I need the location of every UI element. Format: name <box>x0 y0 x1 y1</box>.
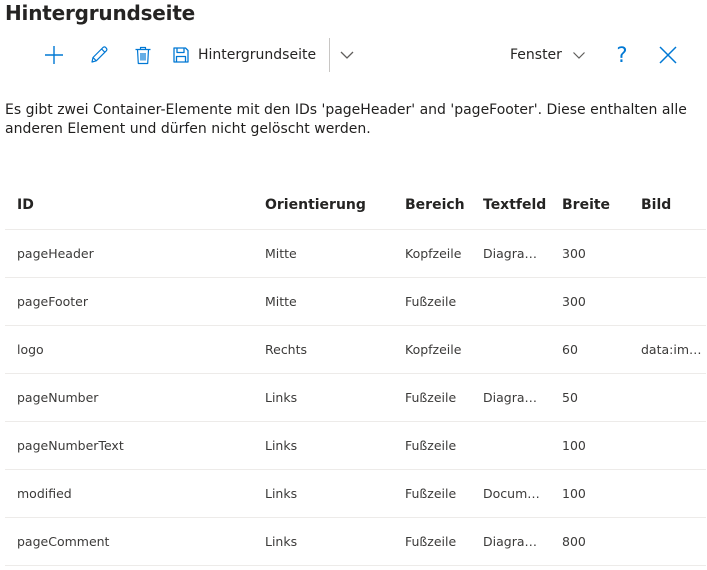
delete-button[interactable] <box>131 36 155 74</box>
cell-id: modified <box>5 469 253 518</box>
cell-area: Fußzeile <box>393 469 471 518</box>
column-header-width[interactable]: Breite <box>550 180 629 230</box>
cell-image <box>629 373 706 422</box>
edit-button[interactable] <box>86 36 112 74</box>
table-row[interactable]: pageNumberText Links Fußzeile 100 <box>5 421 706 470</box>
page-title: Hintergrundseite <box>5 1 196 25</box>
cell-width: 300 <box>550 277 629 326</box>
column-header-image[interactable]: Bild <box>629 180 706 230</box>
cell-orientation: Rechts <box>253 325 393 374</box>
plus-icon <box>45 46 63 64</box>
window-menu-button[interactable]: Fenster <box>510 36 596 74</box>
cell-width: 50 <box>550 373 629 422</box>
column-header-area[interactable]: Bereich <box>393 180 471 230</box>
table-row[interactable]: logo Rechts Kopfzeile 60 data:im… <box>5 325 706 374</box>
cell-textfield: Diagra… <box>471 373 550 422</box>
pencil-icon <box>91 46 108 63</box>
trash-icon <box>135 46 151 65</box>
cell-textfield <box>471 421 550 470</box>
cell-textfield: Diagra… <box>471 517 550 566</box>
close-button[interactable] <box>654 36 682 74</box>
close-icon <box>659 46 677 64</box>
table-row[interactable]: modified Links Fußzeile Docum… 100 <box>5 469 706 518</box>
cell-area: Fußzeile <box>393 373 471 422</box>
cell-area: Fußzeile <box>393 517 471 566</box>
cell-textfield: Diagra… <box>471 229 550 278</box>
cell-orientation: Links <box>253 517 393 566</box>
column-header-orientation[interactable]: Orientierung <box>253 180 393 230</box>
cell-width: 100 <box>550 469 629 518</box>
cell-width: 300 <box>550 229 629 278</box>
cell-orientation: Links <box>253 373 393 422</box>
elements-table: ID Orientierung Bereich Textfeld Breite … <box>5 180 706 566</box>
table-row[interactable]: pageComment Links Fußzeile Diagra… 800 <box>5 517 706 566</box>
cell-image <box>629 421 706 470</box>
chevron-down-icon <box>573 51 585 59</box>
column-header-id[interactable]: ID <box>5 180 253 230</box>
cell-image: data:im… <box>629 325 706 374</box>
description-text: Es gibt zwei Container-Elemente mit den … <box>5 102 687 137</box>
column-header-textfield[interactable]: Textfeld <box>471 180 550 230</box>
cell-image <box>629 277 706 326</box>
cell-id: logo <box>5 325 253 374</box>
cell-id: pageNumberText <box>5 421 253 470</box>
help-icon: ? <box>616 42 628 67</box>
cell-width: 60 <box>550 325 629 374</box>
window-menu-label: Fenster <box>510 47 562 63</box>
save-button-label: Hintergrundseite <box>198 47 317 63</box>
cell-area: Kopfzeile <box>393 229 471 278</box>
cell-image <box>629 517 706 566</box>
cell-orientation: Links <box>253 469 393 518</box>
table-row[interactable]: pageFooter Mitte Fußzeile 300 <box>5 277 706 326</box>
cell-textfield: Docum… <box>471 469 550 518</box>
cell-orientation: Mitte <box>253 277 393 326</box>
cell-image <box>629 229 706 278</box>
cell-width: 800 <box>550 517 629 566</box>
cell-textfield <box>471 325 550 374</box>
cell-image <box>629 469 706 518</box>
cell-area: Fußzeile <box>393 421 471 470</box>
cell-textfield <box>471 277 550 326</box>
chevron-down-icon <box>340 51 354 59</box>
add-button[interactable] <box>40 36 68 74</box>
cell-width: 100 <box>550 421 629 470</box>
cell-area: Fußzeile <box>393 277 471 326</box>
save-button[interactable]: Hintergrundseite <box>172 36 324 74</box>
cell-orientation: Mitte <box>253 229 393 278</box>
floppy-disk-icon <box>173 47 189 63</box>
table-row[interactable]: pageHeader Mitte Kopfzeile Diagra… 300 <box>5 229 706 278</box>
cell-area: Kopfzeile <box>393 325 471 374</box>
table-header-row: ID Orientierung Bereich Textfeld Breite … <box>5 180 706 230</box>
toolbar-divider <box>329 38 330 72</box>
cell-id: pageFooter <box>5 277 253 326</box>
help-button[interactable]: ? <box>608 36 636 74</box>
cell-id: pageHeader <box>5 229 253 278</box>
cell-id: pageNumber <box>5 373 253 422</box>
table-row[interactable]: pageNumber Links Fußzeile Diagra… 50 <box>5 373 706 422</box>
toolbar: Hintergrundseite Fenster ? <box>0 36 707 74</box>
cell-id: pageComment <box>5 517 253 566</box>
cell-orientation: Links <box>253 421 393 470</box>
save-options-dropdown-button[interactable] <box>334 36 360 74</box>
